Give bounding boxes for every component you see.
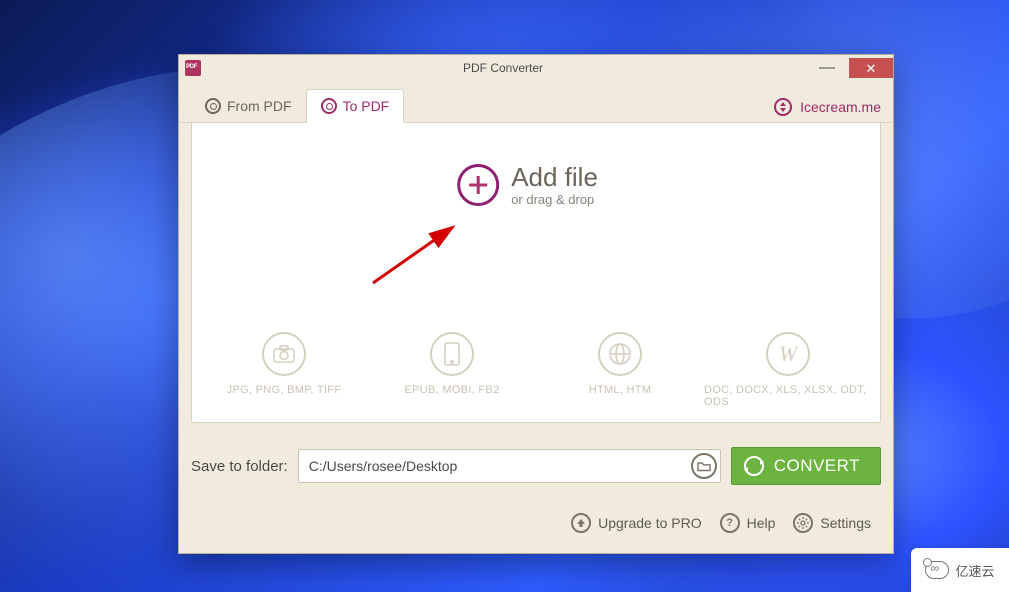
browse-folder-button[interactable]	[691, 453, 717, 479]
file-type-row: JPG, PNG, BMP, TIFF EPUB, MOBI, FB2 HTML…	[192, 332, 880, 408]
save-path-input[interactable]	[298, 449, 721, 483]
to-pdf-icon	[321, 98, 337, 114]
document-w-icon: W	[766, 332, 810, 376]
tab-from-pdf[interactable]: From PDF	[191, 90, 306, 122]
window-title: PDF Converter	[201, 61, 805, 75]
from-pdf-icon	[205, 98, 221, 114]
type-doc[interactable]: W DOC, DOCX, XLS, XLSX, ODT, ODS	[704, 332, 872, 408]
help-icon: ?	[720, 513, 740, 533]
plus-icon	[457, 164, 499, 206]
type-ebook[interactable]: EPUB, MOBI, FB2	[368, 332, 536, 408]
brand-icon	[774, 98, 792, 116]
convert-icon	[744, 456, 764, 476]
type-html[interactable]: HTML, HTM	[536, 332, 704, 408]
path-input-wrap	[298, 449, 721, 483]
titlebar: PDF Converter — ✕	[179, 55, 893, 81]
help-button[interactable]: ? Help	[720, 513, 776, 533]
watermark-text: 亿速云	[955, 561, 994, 580]
desktop-background: PDF Converter — ✕ From PDF To PDF Icecre…	[0, 0, 1009, 592]
brand-link-area: Icecream.me	[774, 98, 881, 122]
tab-row: From PDF To PDF Icecream.me	[179, 81, 893, 123]
minimize-button[interactable]: —	[805, 59, 849, 77]
app-icon	[185, 60, 201, 76]
convert-label: CONVERT	[774, 456, 860, 476]
type-image[interactable]: JPG, PNG, BMP, TIFF	[200, 332, 368, 408]
add-file-title: Add file	[511, 163, 598, 192]
annotation-arrow	[367, 221, 487, 281]
watermark-icon	[925, 561, 949, 579]
upgrade-icon	[571, 513, 591, 533]
type-label: JPG, PNG, BMP, TIFF	[227, 384, 342, 396]
type-label: DOC, DOCX, XLS, XLSX, ODT, ODS	[704, 384, 872, 408]
type-label: HTML, HTM	[589, 384, 652, 396]
footer-label: Upgrade to PRO	[598, 515, 702, 531]
tab-to-pdf[interactable]: To PDF	[306, 89, 405, 123]
watermark: 亿速云	[911, 548, 1009, 592]
bottom-bar: Save to folder: CONVERT	[179, 423, 893, 485]
tab-label: From PDF	[227, 98, 292, 114]
app-window: PDF Converter — ✕ From PDF To PDF Icecre…	[178, 54, 894, 554]
add-file-button[interactable]: Add file or drag & drop	[457, 163, 598, 207]
globe-icon	[598, 332, 642, 376]
convert-button[interactable]: CONVERT	[731, 447, 881, 485]
brand-link[interactable]: Icecream.me	[800, 99, 881, 115]
camera-icon	[262, 332, 306, 376]
type-label: EPUB, MOBI, FB2	[405, 384, 500, 396]
upgrade-button[interactable]: Upgrade to PRO	[571, 513, 702, 533]
save-to-folder-label: Save to folder:	[191, 458, 288, 475]
footer-row: Upgrade to PRO ? Help Settings	[179, 485, 893, 533]
close-button[interactable]: ✕	[849, 58, 893, 78]
add-file-subtitle: or drag & drop	[511, 192, 598, 207]
settings-button[interactable]: Settings	[793, 513, 871, 533]
gear-icon	[793, 513, 813, 533]
footer-label: Help	[747, 515, 776, 531]
footer-label: Settings	[820, 515, 871, 531]
phone-icon	[430, 332, 474, 376]
main-panel: Add file or drag & drop	[191, 123, 881, 423]
tab-label: To PDF	[343, 98, 390, 114]
